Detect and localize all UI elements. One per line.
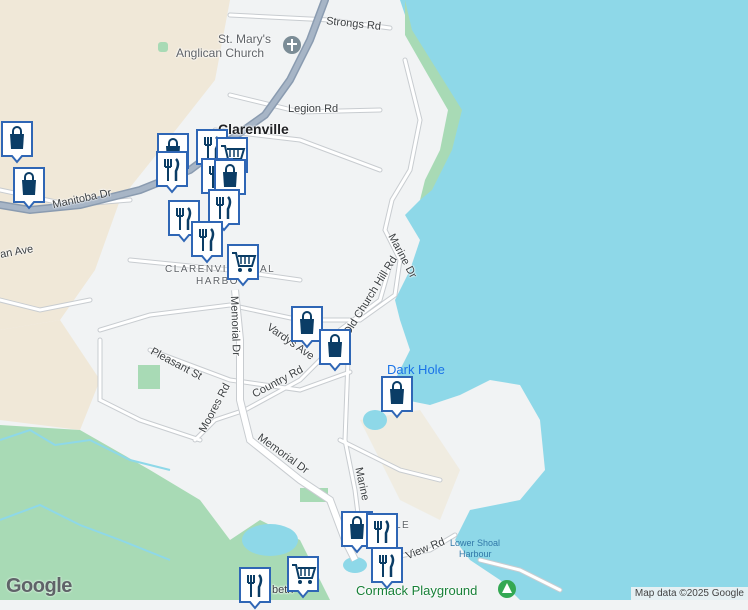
lower-shoal-label-line2: Harbour — [459, 549, 492, 559]
lower-shoal-label-line1: Lower Shoal — [450, 538, 501, 548]
church-label-line1: St. Mary's — [218, 32, 271, 46]
shopping-bag-marker[interactable] — [380, 375, 414, 419]
shopping-bag-marker[interactable] — [0, 120, 34, 164]
google-logo[interactable]: Google — [6, 575, 72, 598]
restaurant-marker[interactable] — [370, 546, 404, 590]
restaurant-marker[interactable] — [155, 150, 189, 194]
street-label-legion: Legion Rd — [288, 103, 339, 115]
shopping-bag-marker[interactable] — [318, 328, 352, 372]
shopping-bag-marker[interactable] — [12, 166, 46, 210]
map-attribution[interactable]: Map data ©2025 Google — [630, 587, 748, 600]
church-label-line2: Anglican Church — [176, 46, 265, 60]
harbour-label-line1-suffix: AL — [260, 264, 276, 275]
grocery-cart-marker[interactable] — [226, 243, 260, 287]
street-label-memorial-top: Memorial Dr — [227, 295, 242, 357]
restaurant-marker[interactable] — [190, 220, 224, 264]
grocery-cart-marker[interactable] — [286, 555, 320, 599]
restaurant-marker[interactable] — [238, 566, 272, 610]
